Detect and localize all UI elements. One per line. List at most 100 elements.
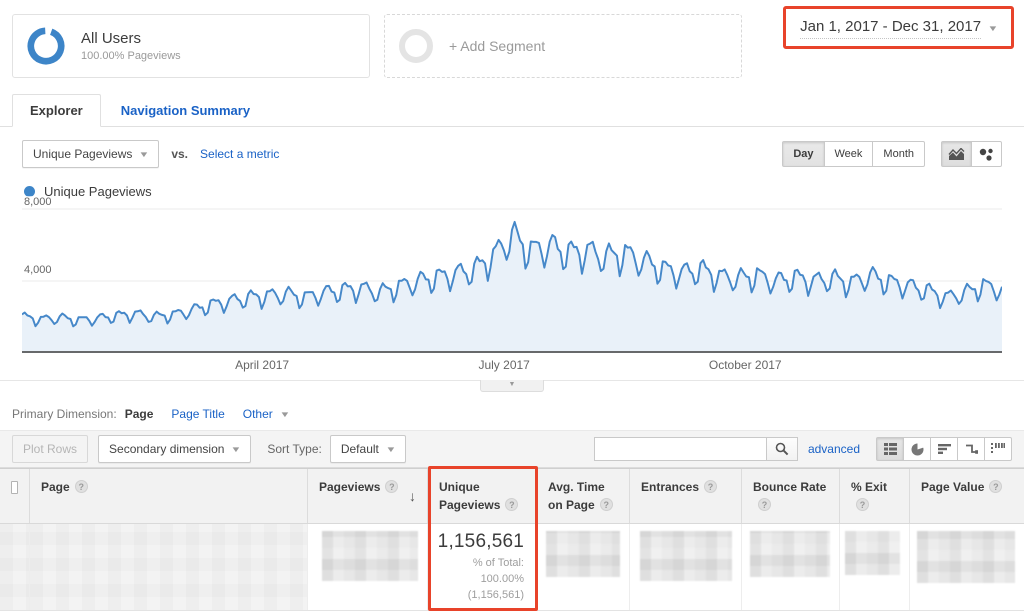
- chart-legend: Unique Pageviews: [24, 184, 1024, 199]
- add-segment-button[interactable]: + Add Segment: [384, 14, 742, 78]
- sort-type-label: Sort Type:: [267, 442, 321, 456]
- chevron-down-icon: ▼: [987, 24, 998, 33]
- column-header-unique-pageviews[interactable]: Unique Pageviews?: [428, 469, 537, 523]
- search-input[interactable]: [594, 437, 766, 461]
- granularity-month-button[interactable]: Month: [872, 141, 925, 167]
- dimension-page[interactable]: Page: [125, 407, 154, 421]
- help-icon[interactable]: ?: [704, 480, 717, 493]
- plot-rows-button[interactable]: Plot Rows: [12, 435, 88, 463]
- report-tabs: Explorer Navigation Summary: [0, 94, 1024, 127]
- primary-dimension-label: Primary Dimension:: [12, 407, 117, 421]
- table-search: [594, 437, 798, 461]
- line-chart-icon: [948, 148, 965, 161]
- metric-bar: Unique Pageviews ▼ vs. Select a metric D…: [0, 127, 1024, 178]
- help-icon[interactable]: ?: [600, 498, 613, 511]
- table-view-toggle: [876, 437, 1012, 461]
- granularity-week-button[interactable]: Week: [824, 141, 874, 167]
- x-axis-tick-april: April 2017: [235, 358, 289, 372]
- column-header-bounce-rate[interactable]: Bounce Rate?: [742, 469, 840, 523]
- chart-canvas: [22, 203, 1002, 353]
- table-header-row: Page? Pageviews? ↓ Unique Pageviews? Avg…: [0, 469, 1024, 524]
- pct-exit-cell-redacted: [840, 524, 910, 610]
- series-label: Unique Pageviews: [44, 184, 152, 199]
- advanced-search-link[interactable]: advanced: [808, 442, 860, 456]
- tab-navigation-summary[interactable]: Navigation Summary: [101, 95, 270, 126]
- performance-view-button[interactable]: [930, 437, 958, 461]
- redacted-value: [322, 531, 418, 581]
- segment-bar: All Users 100.00% Pageviews + Add Segmen…: [0, 0, 1024, 78]
- table-toolbar: Plot Rows Secondary dimension ▼ Sort Typ…: [0, 430, 1024, 468]
- column-header-page[interactable]: Page?: [30, 469, 308, 523]
- dimension-other[interactable]: Other: [243, 407, 273, 421]
- help-icon[interactable]: ?: [989, 480, 1002, 493]
- table-grid-icon: [884, 443, 897, 455]
- avg-time-cell-redacted: [537, 524, 630, 610]
- help-icon[interactable]: ?: [758, 498, 771, 511]
- report-table: Page? Pageviews? ↓ Unique Pageviews? Avg…: [0, 468, 1024, 611]
- table-totals-row: 1,156,561 % of Total: 100.00% (1,156,561…: [0, 524, 1024, 611]
- chevron-down-icon: ▼: [139, 150, 150, 159]
- chevron-down-icon: ▼: [385, 445, 396, 454]
- date-range-label: Jan 1, 2017 - Dec 31, 2017: [800, 18, 981, 39]
- row-checkbox-cell: [0, 524, 30, 610]
- metric-dropdown-label: Unique Pageviews: [33, 147, 132, 161]
- select-metric-link[interactable]: Select a metric: [200, 147, 279, 161]
- unique-pageviews-pct-of-total: % of Total: 100.00% (1,156,561): [428, 556, 524, 604]
- help-icon[interactable]: ?: [856, 498, 869, 511]
- column-header-pageviews[interactable]: Pageviews? ↓: [308, 469, 428, 523]
- pageviews-cell-redacted: [308, 524, 428, 610]
- entrances-cell-redacted: [630, 524, 742, 610]
- dimension-page-title[interactable]: Page Title: [171, 407, 224, 421]
- primary-dimension-row: Primary Dimension: Page Page Title Other…: [12, 407, 1024, 421]
- chevron-down-icon: ▼: [279, 410, 290, 419]
- date-range-picker[interactable]: Jan 1, 2017 - Dec 31, 2017 ▼: [783, 6, 1014, 49]
- x-axis-tick-october: October 2017: [709, 358, 782, 372]
- column-header-entrances[interactable]: Entrances?: [630, 469, 742, 523]
- chart-type-toggle: [941, 141, 1002, 167]
- page-value-cell-redacted: [910, 524, 1024, 610]
- segment-all-users[interactable]: All Users 100.00% Pageviews: [12, 14, 370, 78]
- sort-type-dropdown[interactable]: Default ▼: [330, 435, 406, 463]
- chevron-down-icon: ▼: [231, 445, 242, 454]
- redacted-value: [845, 531, 900, 575]
- page-cell-redacted: [30, 524, 308, 610]
- sort-desc-icon[interactable]: ↓: [409, 486, 416, 507]
- select-all-checkbox[interactable]: [11, 481, 18, 494]
- segment-title: All Users: [81, 30, 181, 47]
- help-icon[interactable]: ?: [385, 480, 398, 493]
- help-icon[interactable]: ?: [505, 498, 518, 511]
- granularity-day-button[interactable]: Day: [782, 141, 824, 167]
- column-header-pct-exit[interactable]: % Exit?: [840, 469, 910, 523]
- percentage-view-button[interactable]: [903, 437, 931, 461]
- timeseries-chart[interactable]: 8,000 4,000: [22, 203, 1002, 353]
- comparison-view-button[interactable]: [957, 437, 985, 461]
- x-axis: April 2017 July 2017 October 2017: [22, 355, 1002, 375]
- motion-chart-icon: [979, 148, 994, 161]
- secondary-dimension-dropdown[interactable]: Secondary dimension ▼: [98, 435, 251, 463]
- y-axis-tick-8000: 8,000: [24, 196, 56, 208]
- data-view-button[interactable]: [876, 437, 904, 461]
- unique-pageviews-cell: 1,156,561 % of Total: 100.00% (1,156,561…: [428, 524, 537, 610]
- pivot-view-button[interactable]: [984, 437, 1012, 461]
- search-button[interactable]: [766, 437, 798, 461]
- granularity-toggle: Day Week Month: [782, 141, 925, 167]
- redacted-value: [750, 531, 830, 577]
- tab-explorer[interactable]: Explorer: [12, 94, 101, 127]
- search-icon: [775, 442, 789, 456]
- vs-label: vs.: [171, 147, 188, 161]
- comparison-icon: [965, 443, 978, 455]
- motion-chart-view-button[interactable]: [971, 141, 1002, 167]
- chart-footer-divider: ▼: [0, 380, 1024, 393]
- x-axis-tick-july: July 2017: [478, 358, 529, 372]
- bar-performance-icon: [938, 443, 951, 455]
- segment-donut-icon: [27, 27, 65, 65]
- add-segment-donut-icon: [399, 29, 433, 63]
- chart-collapse-handle[interactable]: ▼: [480, 380, 544, 392]
- column-header-avg-time[interactable]: Avg. Time on Page?: [537, 469, 630, 523]
- column-header-page-value[interactable]: Page Value?: [910, 469, 1024, 523]
- help-icon[interactable]: ?: [75, 480, 88, 493]
- redacted-value: [640, 531, 732, 581]
- metric-dropdown[interactable]: Unique Pageviews ▼: [22, 140, 159, 168]
- redacted-value: [546, 531, 620, 577]
- line-chart-view-button[interactable]: [941, 141, 972, 167]
